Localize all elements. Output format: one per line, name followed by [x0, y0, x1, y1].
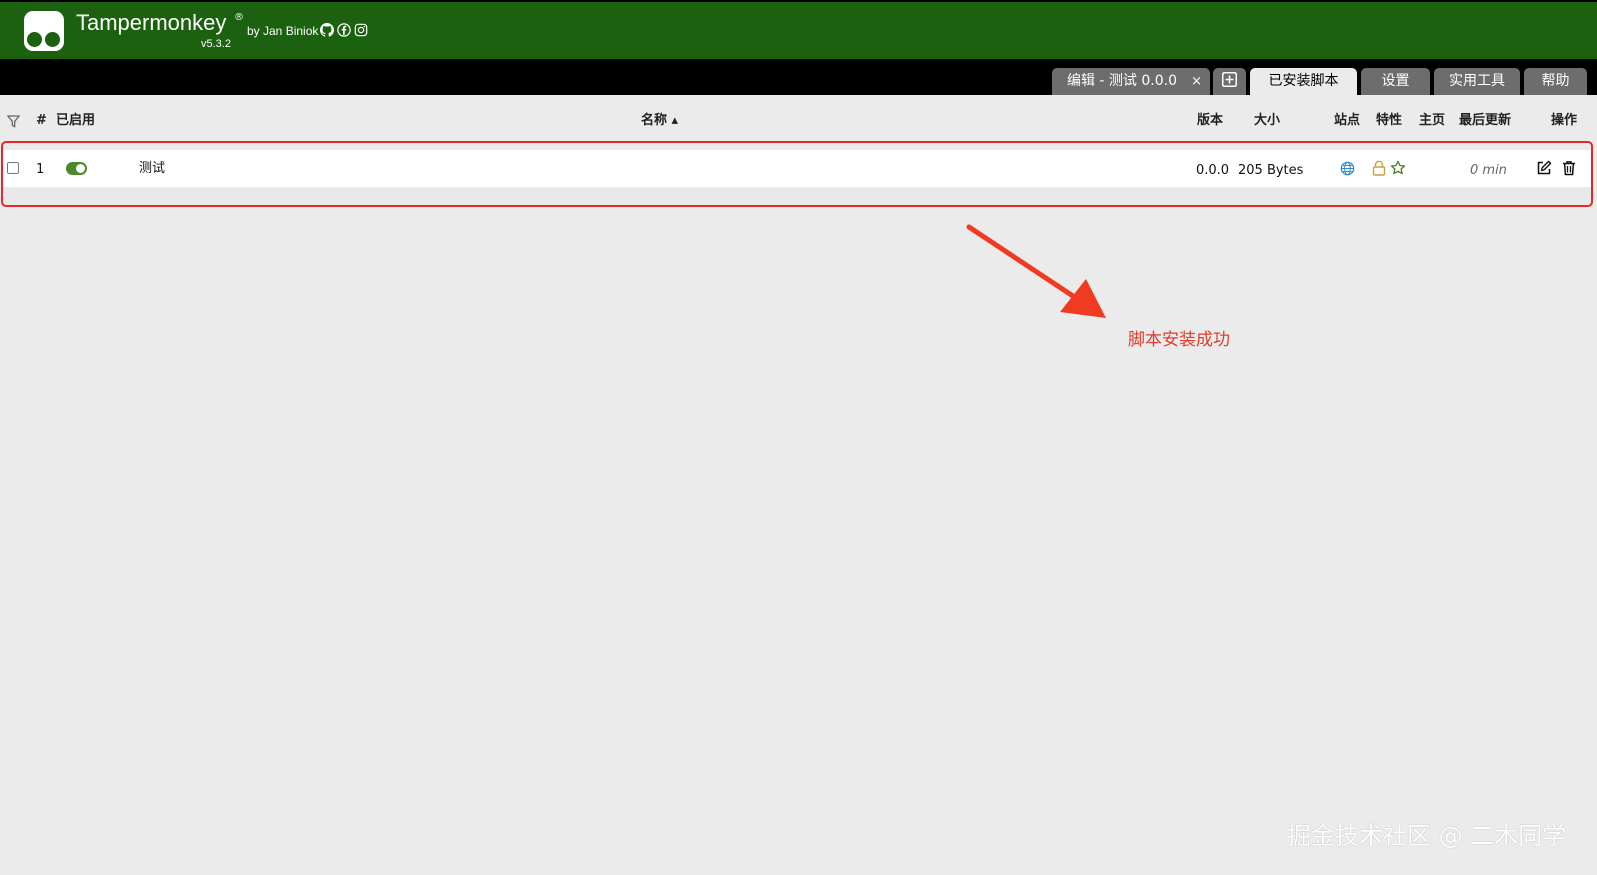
tab-edit-script-label: 编辑 - 测试 0.0.0: [1066, 73, 1178, 89]
column-enabled[interactable]: 已启用: [56, 113, 95, 129]
annotation-text: 脚本安装成功: [1128, 330, 1230, 350]
tab-settings-label: 设置: [1381, 73, 1410, 89]
tab-installed-scripts[interactable]: 已安装脚本: [1250, 68, 1357, 95]
app-header: Tampermonkey ® by Jan Biniok v5.3.2: [0, 2, 1597, 59]
column-sites[interactable]: 站点: [1334, 113, 1360, 129]
registered-mark: ®: [234, 12, 244, 23]
column-name[interactable]: 名称 ▴: [641, 113, 678, 129]
column-index: #: [36, 113, 47, 128]
tab-settings[interactable]: 设置: [1361, 68, 1430, 95]
github-icon[interactable]: [320, 23, 334, 37]
tab-help-label: 帮助: [1541, 73, 1570, 89]
column-size[interactable]: 大小: [1254, 113, 1280, 129]
facebook-icon[interactable]: [337, 23, 351, 37]
column-last-updated[interactable]: 最后更新: [1459, 113, 1511, 129]
tab-utilities-label: 实用工具: [1449, 73, 1505, 89]
tab-installed-scripts-label: 已安装脚本: [1268, 73, 1339, 89]
filter-icon[interactable]: [7, 115, 20, 128]
author-byline[interactable]: by Jan Biniok: [247, 24, 318, 38]
app-version: v5.3.2: [201, 38, 231, 50]
tab-new-script[interactable]: [1213, 68, 1246, 95]
instagram-icon[interactable]: [354, 23, 368, 37]
tab-utilities[interactable]: 实用工具: [1434, 68, 1520, 95]
highlight-box: [1, 141, 1593, 207]
column-version[interactable]: 版本: [1197, 113, 1223, 129]
tab-help[interactable]: 帮助: [1524, 68, 1587, 95]
annotation-arrow-icon: [966, 224, 1106, 318]
column-homepage[interactable]: 主页: [1419, 113, 1445, 129]
brand-title: Tampermonkey: [76, 10, 227, 35]
watermark: 掘金技术社区 @ 二木同学: [1287, 822, 1567, 850]
tab-edit-script[interactable]: 编辑 - 测试 0.0.0 ×: [1052, 68, 1210, 95]
column-actions: 操作: [1551, 113, 1578, 128]
new-script-icon: [1222, 72, 1237, 87]
tab-bar: [0, 59, 1597, 95]
scripts-table-header: # 已启用 名称 ▴ 版本 大小 站点 特性 主页 最后更新 操作: [0, 95, 1597, 143]
tampermonkey-logo-icon: [24, 11, 64, 51]
column-features[interactable]: 特性: [1376, 113, 1402, 129]
close-icon[interactable]: ×: [1191, 68, 1202, 95]
